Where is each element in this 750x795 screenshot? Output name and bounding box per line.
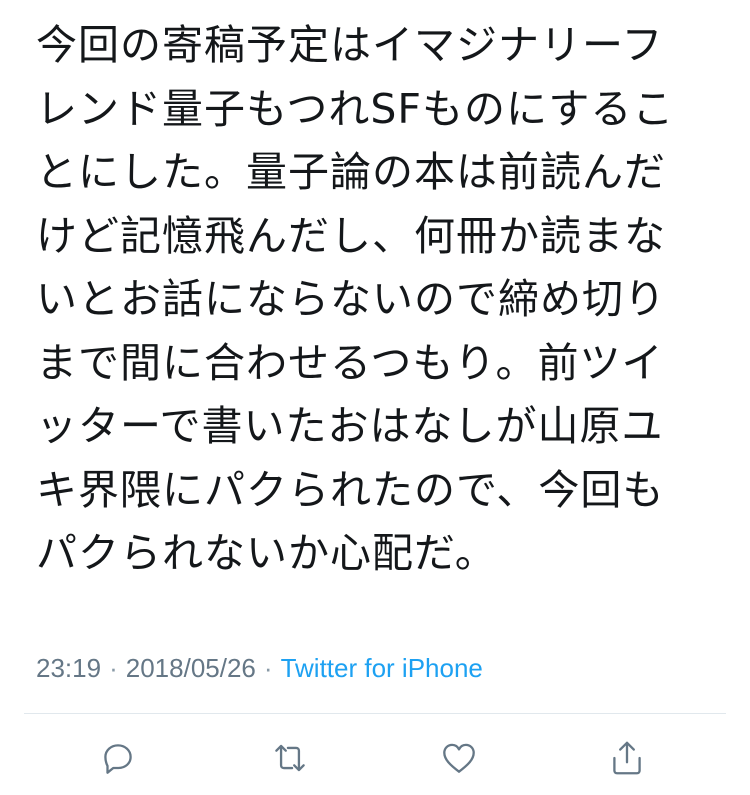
reply-icon bbox=[104, 744, 132, 774]
like-button[interactable] bbox=[431, 730, 487, 786]
tweet-source-link[interactable]: Twitter for iPhone bbox=[281, 653, 483, 684]
heart-icon bbox=[443, 743, 475, 773]
tweet-text-line: いとお話にならないので締め切り bbox=[36, 275, 666, 323]
tweet-text-line: ッターで書いたおはなしが山原ユ bbox=[36, 402, 664, 450]
tweet-text: 今回の寄稿予定はイマジナリーフ レンド量子もつれSFものにするこ とにした。量子… bbox=[36, 14, 696, 586]
tweet-date[interactable]: 2018/05/26 bbox=[126, 653, 256, 684]
share-button[interactable] bbox=[599, 730, 655, 786]
tweet-text-line: けど記憶飛んだし、何冊か読まな bbox=[36, 211, 666, 260]
retweet-button[interactable] bbox=[262, 730, 318, 786]
tweet-text-line: 今回の寄稿予定はイマジナリーフ bbox=[36, 21, 664, 69]
divider bbox=[24, 713, 726, 714]
reply-button[interactable] bbox=[90, 730, 146, 786]
tweet-time: 23:19 bbox=[36, 652, 102, 683]
meta-separator: · bbox=[109, 652, 118, 683]
retweet-icon bbox=[275, 744, 305, 772]
tweet-text-line: キ界隈にパクられたので、今回も bbox=[36, 465, 665, 514]
share-icon bbox=[613, 741, 641, 775]
tweet-text-line: まで間に合わせるつもり。前ツイ bbox=[36, 338, 664, 387]
meta-separator: · bbox=[263, 652, 273, 683]
tweet-text-line: レンド量子もつれSFものにするこ bbox=[36, 84, 675, 133]
tweet-action-bar bbox=[0, 730, 750, 786]
tweet-text-line: とにした。量子論の本は前読んだ bbox=[36, 148, 666, 196]
tweet-text-line: パクられないか心配だ。 bbox=[36, 529, 497, 577]
tweet-metadata: 23:19 · 2018/05/26 · Twitter for iPhone bbox=[36, 648, 483, 688]
